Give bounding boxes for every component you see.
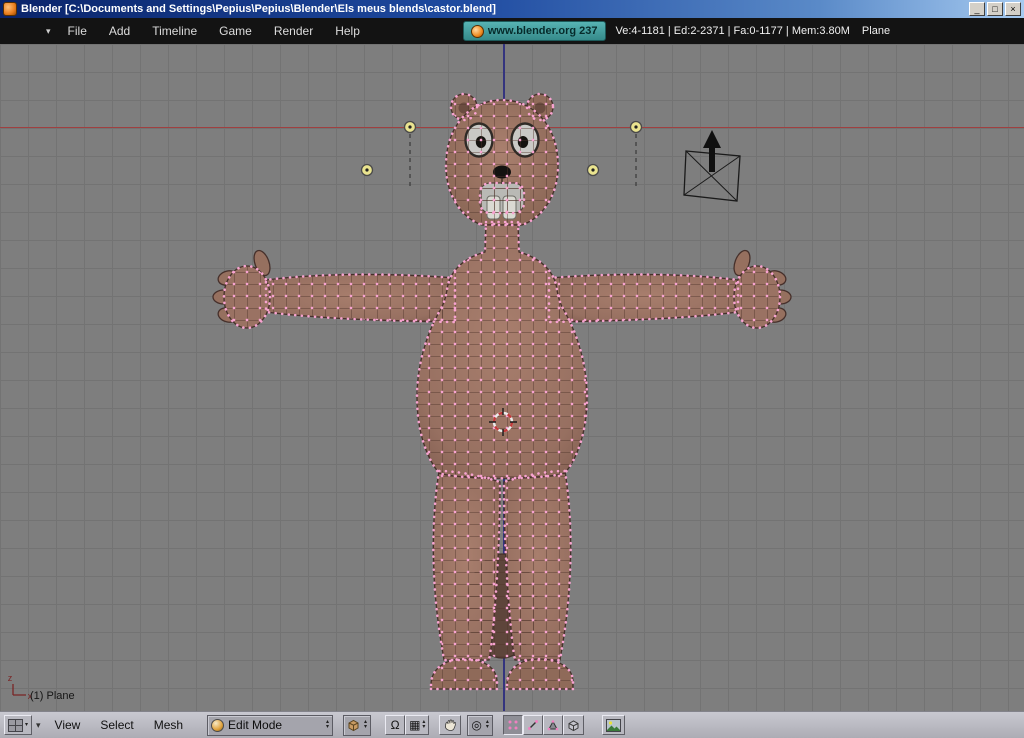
omega-icon: Ω xyxy=(390,718,400,732)
draw-type-dropdown[interactable]: ▴ ▾ xyxy=(343,714,372,736)
stepper-arrows: ▴ ▾ xyxy=(485,719,489,730)
blender-app-icon xyxy=(3,2,17,16)
chevron-down-icon[interactable]: ▾ xyxy=(36,720,41,731)
menu-file[interactable]: File xyxy=(57,24,98,38)
hand-icon xyxy=(445,719,457,731)
view-axis-gizmo: z x xyxy=(8,673,33,701)
manipulator-toggle[interactable] xyxy=(439,715,462,735)
lamp-object[interactable] xyxy=(360,163,374,177)
pivot-dropdown[interactable]: ◎ ▴ ▾ xyxy=(467,714,493,736)
falloff-dropdown[interactable]: ▦ ▴ ▾ xyxy=(405,715,430,735)
beaver-character-mesh[interactable] xyxy=(212,92,792,691)
select-mode-face-button[interactable] xyxy=(542,715,563,735)
axis-z-label: z xyxy=(8,673,13,683)
3d-viewport[interactable]: z x (1) Plane xyxy=(0,44,1024,712)
blender-logo-icon xyxy=(470,24,484,38)
select-mode-edge-button[interactable] xyxy=(522,715,543,735)
mode-dropdown[interactable]: Edit Mode ▴ ▾ xyxy=(207,714,334,736)
occlude-cube-icon xyxy=(568,719,579,731)
up-arrow-icon xyxy=(703,130,721,172)
pivot-point-icon: ◎ xyxy=(471,718,482,732)
badge-text: www.blender.org 237 xyxy=(487,25,598,37)
lamp-object[interactable] xyxy=(403,120,417,134)
maximize-button[interactable]: □ xyxy=(987,2,1003,16)
menu-render[interactable]: Render xyxy=(263,24,324,38)
menu-select[interactable]: Select xyxy=(90,718,143,732)
face-select-icon xyxy=(547,720,559,731)
lamp-object[interactable] xyxy=(586,163,600,177)
menu-add[interactable]: Add xyxy=(98,24,141,38)
stepper-arrows: ▴ ▾ xyxy=(326,719,330,730)
mode-label: Edit Mode xyxy=(228,718,283,732)
image-icon xyxy=(605,718,621,732)
edit-mode-icon xyxy=(211,718,225,732)
object-info-text: (1) Plane xyxy=(30,690,75,702)
select-mode-vertex-button[interactable] xyxy=(502,715,523,735)
menu-help[interactable]: Help xyxy=(324,24,371,38)
viewport-header: ▾ ▾ View Select Mesh Edit Mode ▴ ▾ ▴ ▾ Ω ▦… xyxy=(0,711,1024,738)
titlebar: Blender [C:\Documents and Settings\Pepiu… xyxy=(0,0,1024,18)
chevron-down-icon[interactable]: ▾ xyxy=(46,26,51,37)
active-object-name: Plane xyxy=(861,25,891,37)
empty-arrow-object[interactable] xyxy=(683,130,741,202)
vertex-select-icon xyxy=(508,720,518,730)
menu-view[interactable]: View xyxy=(45,718,91,732)
menu-game[interactable]: Game xyxy=(208,24,263,38)
stepper-arrows: ▴ ▾ xyxy=(364,719,368,730)
occlude-geometry-toggle[interactable] xyxy=(562,715,584,735)
close-button[interactable]: × xyxy=(1005,2,1021,16)
3d-view-editor-icon xyxy=(8,718,23,732)
minimize-button[interactable]: _ xyxy=(969,2,985,16)
stepper-arrows: ▾ xyxy=(25,721,29,728)
editor-type-button[interactable]: ▾ xyxy=(4,715,33,735)
blender-version-badge[interactable]: www.blender.org 237 xyxy=(462,21,606,41)
proportional-edit-button[interactable]: Ω xyxy=(385,715,406,735)
lamp-object[interactable] xyxy=(629,120,643,134)
edge-select-icon xyxy=(527,720,538,730)
stepper-arrows: ▴ ▾ xyxy=(422,719,426,730)
scene-statistics: Ve:4-1181 | Ed:2-2371 | Fa:0-1177 | Mem:… xyxy=(615,25,850,37)
window-title: Blender [C:\Documents and Settings\Pepiu… xyxy=(21,3,496,15)
info-header: ▾ File Add Timeline Game Render Help www… xyxy=(0,18,1024,45)
menu-timeline[interactable]: Timeline xyxy=(141,24,208,38)
falloff-grid-icon: ▦ xyxy=(409,718,421,732)
scene-canvas: z x xyxy=(8,92,792,701)
menu-mesh[interactable]: Mesh xyxy=(144,718,193,732)
solid-shading-icon xyxy=(348,719,359,731)
window-controls: _ □ × xyxy=(967,2,1021,16)
render-preview-button[interactable] xyxy=(601,715,625,735)
